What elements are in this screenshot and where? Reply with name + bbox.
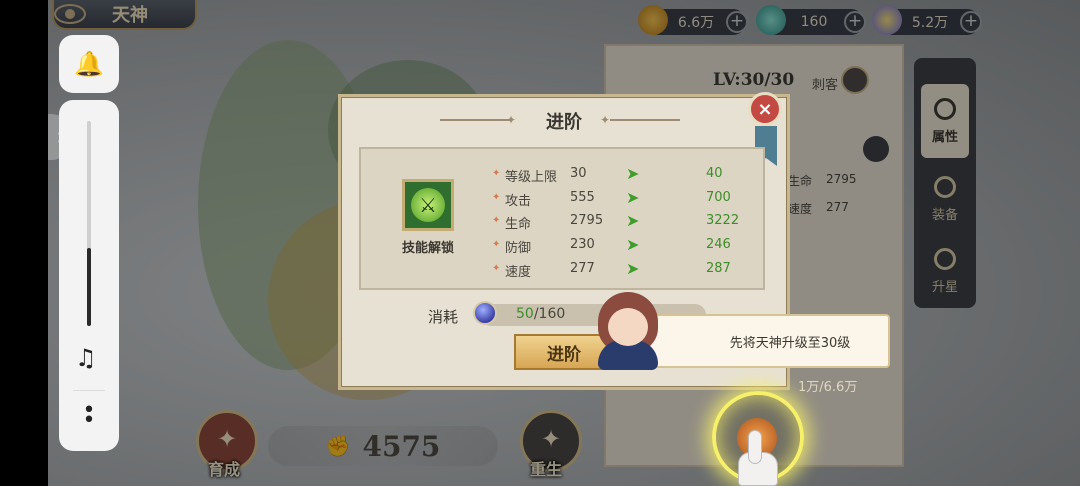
music-note-icon[interactable]: ♫	[75, 344, 97, 372]
dialog-title: 进阶	[546, 112, 582, 133]
cost-label: 消耗	[428, 308, 459, 326]
stat-row: ✦ 等级上限 30 ➤ 40	[492, 164, 762, 188]
stat-row: ✦ 防御 230 ➤ 246	[492, 235, 762, 259]
stat-current: 2795	[570, 213, 604, 228]
stat-next: 40	[706, 166, 723, 181]
bg-cost-text: 1万/6.6万	[798, 380, 858, 395]
star-bullet-icon: ✦	[492, 215, 501, 226]
stat-name: 生命	[505, 217, 532, 232]
more-options-icon[interactable]: • •	[79, 400, 99, 432]
stat-row: ✦ 攻击 555 ➤ 700	[492, 188, 762, 212]
bell-icon[interactable]: 🔔	[59, 35, 119, 93]
stat-name: 速度	[505, 265, 532, 280]
cost-need: /160	[533, 306, 566, 322]
stat-current: 555	[570, 190, 595, 205]
stat-next: 700	[706, 190, 731, 205]
stat-current: 30	[570, 166, 587, 181]
star-bullet-icon: ✦	[492, 239, 501, 250]
stat-current: 277	[570, 261, 595, 276]
volume-level	[87, 248, 91, 326]
close-icon: ×	[757, 98, 773, 120]
divider	[73, 390, 105, 391]
guide-face	[608, 308, 648, 346]
stat-next: 287	[706, 261, 731, 276]
stat-row: ✦ 生命 2795 ➤ 3222	[492, 211, 762, 235]
stat-row: ✦ 速度 277 ➤ 287	[492, 259, 762, 283]
guide-message: 先将天神升级至30级	[729, 335, 851, 351]
cost-have: 50	[516, 306, 534, 322]
stat-name: 等级上限	[505, 170, 558, 185]
cost-amount: 50/160	[516, 306, 565, 322]
star-bullet-icon: ✦	[492, 263, 501, 274]
skill-unlock-label: 技能解锁	[401, 241, 454, 256]
pointing-hand-icon	[734, 430, 782, 486]
sword-icon: ⚔	[411, 188, 445, 222]
stat-next: 3222	[706, 213, 740, 228]
advance-button-label: 进阶	[547, 344, 581, 365]
skill-unlock-icon[interactable]: ⚔	[402, 179, 454, 231]
stat-next: 246	[706, 237, 731, 252]
stat-name: 防御	[505, 241, 532, 256]
arrow-right-icon: ➤	[626, 259, 640, 278]
guide-character-avatar	[592, 292, 664, 372]
stat-current: 230	[570, 237, 595, 252]
arrow-right-icon: ➤	[626, 235, 640, 254]
close-button[interactable]: ×	[748, 92, 782, 126]
advance-orb-icon	[473, 301, 497, 325]
star-bullet-icon: ✦	[492, 168, 501, 179]
arrow-right-icon: ➤	[626, 164, 640, 183]
stat-name: 攻击	[505, 194, 532, 209]
arrow-right-icon: ➤	[626, 188, 640, 207]
star-bullet-icon: ✦	[492, 192, 501, 203]
arrow-right-icon: ➤	[626, 211, 640, 230]
guide-tooltip: 先将天神升级至30级	[630, 314, 890, 368]
